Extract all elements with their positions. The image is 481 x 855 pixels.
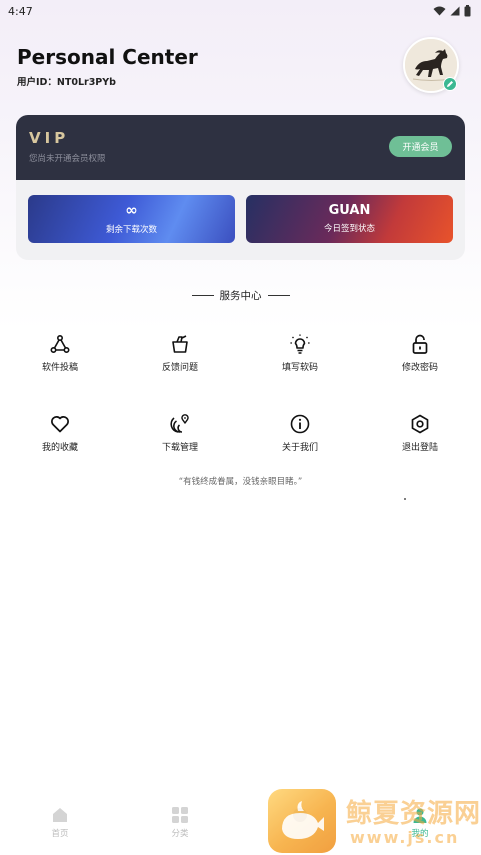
vip-card: VIP 您尚未开通会员权限 开通会员 ∞ 剩余下载次数 GUAN 今日签到状态 xyxy=(16,115,465,260)
service-center-heading: 服务中心 xyxy=(0,288,481,303)
signal-icon xyxy=(450,6,460,16)
share-icon xyxy=(50,334,70,354)
checkin-status-label: 今日签到状态 xyxy=(323,224,375,234)
heading-divider-left xyxy=(191,295,214,296)
whale-logo-icon xyxy=(282,801,324,839)
edit-avatar-button[interactable] xyxy=(443,77,457,91)
home-icon xyxy=(53,808,67,822)
service-item-label: 填写软码 xyxy=(281,363,318,373)
feedback-icon xyxy=(172,335,188,353)
service-item-label: 关于我们 xyxy=(281,443,318,453)
quote-text: “有钱终成眷属，没钱亲眼目睹。” xyxy=(178,477,303,487)
download-count-value: ∞ xyxy=(125,201,138,219)
pencil-icon xyxy=(447,81,453,87)
service-item-label: 软件投稿 xyxy=(41,363,78,373)
vip-header: VIP 您尚未开通会员权限 开通会员 xyxy=(16,115,465,180)
open-membership-button[interactable]: 开通会员 xyxy=(389,136,452,157)
service-item-label: 下载管理 xyxy=(161,443,198,453)
user-id: 用户ID：NT0Lr3PYb xyxy=(17,74,116,88)
vip-title: VIP xyxy=(29,129,70,147)
page-title: Personal Center xyxy=(17,45,198,69)
status-time: 4:47 xyxy=(8,4,33,18)
hexagon-icon xyxy=(411,414,429,434)
service-item-submit-software[interactable]: 软件投稿 xyxy=(20,334,100,373)
user-id-value: NT0Lr3PYb xyxy=(56,77,116,88)
download-count-label: 剩余下载次数 xyxy=(105,225,157,235)
service-item-download-manager[interactable]: 下载管理 xyxy=(140,414,220,453)
watermark-url: www.js.cn xyxy=(350,828,460,847)
location-icon xyxy=(170,414,189,433)
service-item-label: 反馈问题 xyxy=(161,363,198,373)
status-bar: 4:47 xyxy=(0,0,481,22)
service-item-label: 我的收藏 xyxy=(41,443,78,453)
service-center-title: 服务中心 xyxy=(219,290,262,302)
service-item-change-password[interactable]: 修改密码 xyxy=(380,334,460,373)
heart-icon xyxy=(51,416,69,433)
service-item-favorites[interactable]: 我的收藏 xyxy=(20,414,100,453)
heading-divider-right xyxy=(267,295,290,296)
status-icons xyxy=(433,5,471,17)
user-id-label: 用户ID： xyxy=(17,77,57,88)
service-item-label: 退出登陆 xyxy=(401,443,438,453)
nav-item-home[interactable]: 首页 xyxy=(30,806,90,839)
nav-label-category: 分类 xyxy=(171,829,189,839)
lock-icon xyxy=(412,334,428,354)
watermark-logo xyxy=(268,789,336,853)
battery-icon xyxy=(464,5,471,17)
nav-item-category[interactable]: 分类 xyxy=(150,806,210,839)
lightbulb-icon xyxy=(290,334,310,354)
service-item-feedback[interactable]: 反馈问题 xyxy=(140,334,220,373)
grid-icon xyxy=(172,807,188,823)
wifi-icon xyxy=(433,6,446,16)
nav-label-home: 首页 xyxy=(51,829,69,839)
info-icon xyxy=(290,414,310,434)
service-item-label: 修改密码 xyxy=(401,363,438,373)
checkin-status-card[interactable]: GUAN 今日签到状态 xyxy=(246,195,453,243)
decorative-dot xyxy=(404,498,406,500)
service-item-about-us[interactable]: 关于我们 xyxy=(260,414,340,453)
service-item-enter-code[interactable]: 填写软码 xyxy=(260,334,340,373)
checkin-status-value: GUAN xyxy=(328,203,371,218)
vip-subtitle: 您尚未开通会员权限 xyxy=(29,154,106,164)
watermark-text: 鲸夏资源网 xyxy=(346,799,481,829)
download-count-card[interactable]: ∞ 剩余下载次数 xyxy=(28,195,235,243)
service-item-logout[interactable]: 退出登陆 xyxy=(380,414,460,453)
